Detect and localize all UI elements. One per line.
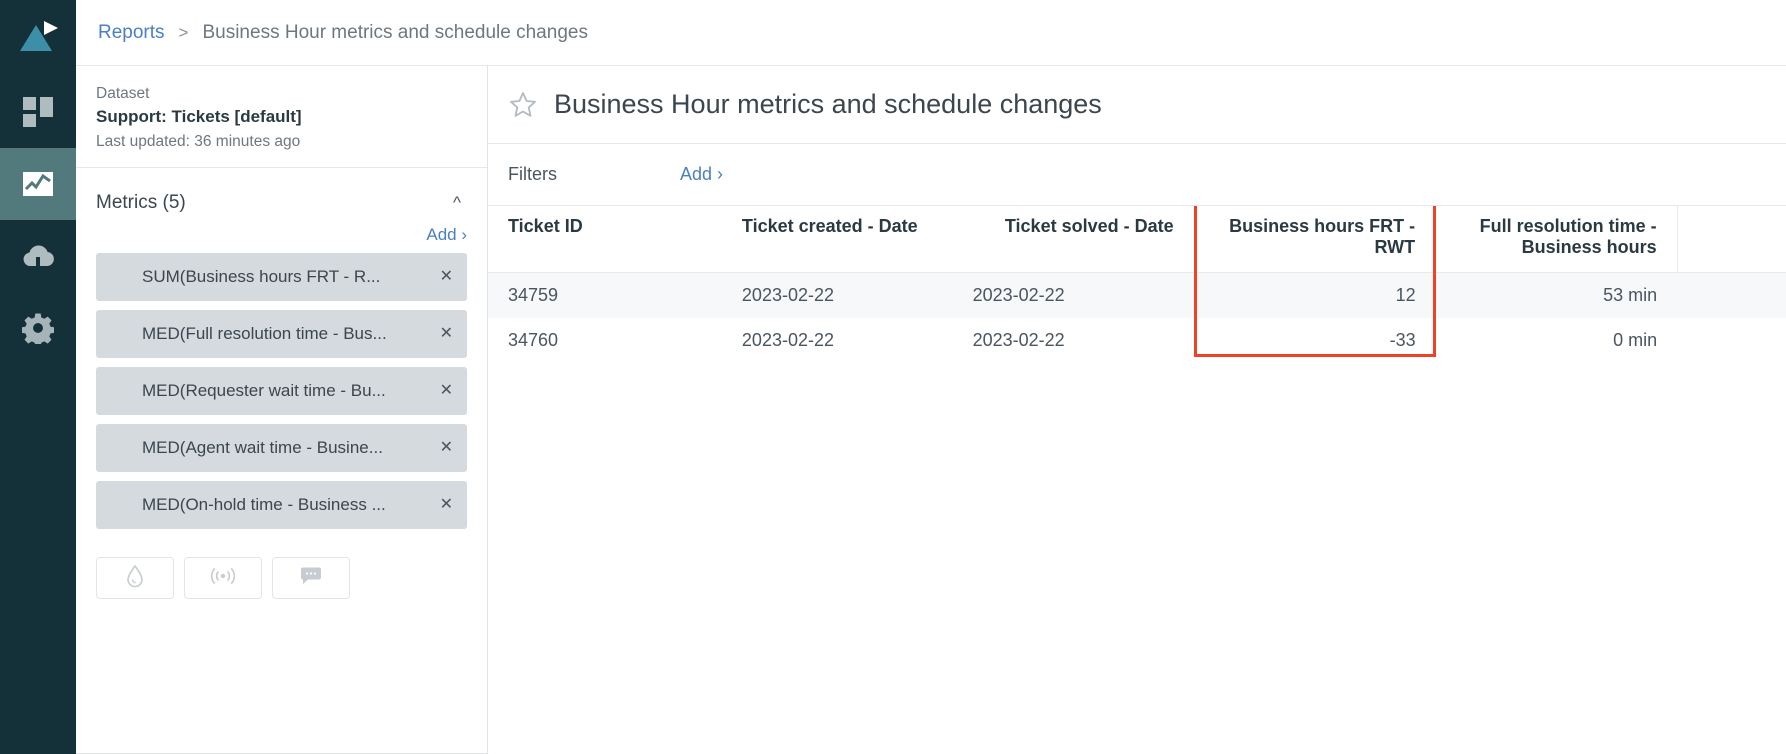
metric-label: MED(Requester wait time - Bu... [142,381,386,401]
metric-chip[interactable]: SUM(Business hours FRT - R... ✕ [96,253,467,302]
metrics-section-header: Metrics (5) ^ [76,168,487,219]
dataset-name: Support: Tickets [default] [96,107,302,127]
close-icon[interactable]: ✕ [436,495,457,515]
droplet-icon [125,564,145,593]
cell-ticket-created: 2023-02-22 [741,330,834,350]
dashboard-grid-icon [21,95,55,129]
drill-through-button[interactable] [96,557,174,600]
cell-overflow [1677,272,1786,318]
comment-icon [299,566,323,591]
metric-label: MED(On-hold time - Business ... [142,495,386,515]
sidebar-item-data-import[interactable] [0,220,76,292]
column-header-ticket-id[interactable]: Ticket ID [488,206,722,273]
broadcast-icon [209,566,237,591]
close-icon[interactable]: ✕ [436,438,457,458]
metrics-list: SUM(Business hours FRT - R... ✕ MED(Full… [76,253,487,530]
table-row[interactable]: 34759 2023-02-22 2023-02-22 12 53 min [488,272,1786,318]
table-row[interactable]: 34760 2023-02-22 2023-02-22 -33 0 min [488,318,1786,363]
metrics-title: Metrics (5) [96,191,186,213]
report-table-container[interactable]: Ticket ID Ticket created - Date Ticket s… [488,206,1786,754]
report-config-panel: Dataset Support: Tickets [default] Last … [76,66,488,754]
metric-chip[interactable]: MED(Full resolution time - Bus... ✕ [96,310,467,359]
report-table: Ticket ID Ticket created - Date Ticket s… [488,206,1786,363]
content-area: Reports > Business Hour metrics and sche… [76,0,1786,754]
app-root: Reports > Business Hour metrics and sche… [0,0,1786,754]
gear-icon [22,312,54,344]
alerts-button[interactable] [184,557,262,600]
report-title-bar: Business Hour metrics and schedule chang… [488,66,1786,144]
dataset-summary[interactable]: Dataset Support: Tickets [default] Last … [76,66,487,169]
column-header-overflow [1676,206,1786,273]
column-header-full-resolution-time[interactable]: Full resolution time - Business hours [1435,206,1678,273]
primary-nav-rail [0,0,76,754]
close-icon[interactable]: ✕ [436,267,457,287]
cell-full-resolution-time: 53 min [1435,272,1678,318]
workspace: Dataset Support: Tickets [default] Last … [76,66,1786,754]
cell-ticket-id: 34760 [508,330,559,350]
app-logo[interactable] [0,0,76,76]
add-filter-link[interactable]: Add › [680,164,723,185]
page-title: Business Hour metrics and schedule chang… [554,89,1102,119]
metric-label: MED(Full resolution time - Bus... [142,324,387,344]
breadcrumb-current: Business Hour metrics and schedule chang… [202,21,588,43]
close-icon[interactable]: ✕ [436,324,457,344]
add-metric-link[interactable]: Add › [426,225,467,245]
column-header-business-hours-frt-rwt[interactable]: Business hours FRT - RWT [1193,206,1436,273]
filters-bar: Filters Add › [488,144,1786,206]
sidebar-item-settings[interactable] [0,292,76,364]
sidebar-item-dashboards[interactable] [0,76,76,148]
chevron-up-icon[interactable]: ^ [447,190,467,215]
dataset-label: Dataset [96,85,150,102]
metric-label: SUM(Business hours FRT - R... [142,267,381,287]
metric-chip[interactable]: MED(Requester wait time - Bu... ✕ [96,367,467,416]
close-icon[interactable]: ✕ [436,381,457,401]
table-body: 34759 2023-02-22 2023-02-22 12 53 min 34… [488,272,1786,364]
panel-tool-buttons [76,529,487,600]
cell-business-hours-frt-rwt: 12 [1194,272,1436,318]
column-header-ticket-solved[interactable]: Ticket solved - Date [952,206,1195,273]
breadcrumb-separator: > [178,22,189,42]
breadcrumb-link-reports[interactable]: Reports [98,22,165,44]
filters-label: Filters [508,164,557,184]
cell-ticket-solved: 2023-02-22 [952,272,1195,318]
column-header-ticket-created[interactable]: Ticket created - Date [721,206,953,273]
comments-button[interactable] [272,557,350,600]
star-outline-icon[interactable] [508,90,538,120]
line-chart-icon [21,167,55,201]
sidebar-item-reports[interactable] [0,148,76,220]
metric-label: MED(Agent wait time - Busine... [142,438,383,458]
metrics-add-row: Add › [76,219,487,253]
cloud-upload-icon [20,241,56,271]
breadcrumb: Reports > Business Hour metrics and sche… [76,0,1786,66]
cell-ticket-solved: 2023-02-22 [972,330,1065,350]
report-main: Business Hour metrics and schedule chang… [488,66,1786,754]
cell-business-hours-frt-rwt: -33 [1389,330,1416,350]
metric-chip[interactable]: MED(On-hold time - Business ... ✕ [96,481,467,530]
cell-ticket-id: 34759 [488,272,722,318]
table-header: Ticket ID Ticket created - Date Ticket s… [488,206,1786,273]
cell-full-resolution-time: 0 min [1613,330,1658,350]
dataset-last-updated: Last updated: 36 minutes ago [96,132,301,150]
metric-chip[interactable]: MED(Agent wait time - Busine... ✕ [96,424,467,473]
cell-ticket-created: 2023-02-22 [721,272,953,318]
table-header-row: Ticket ID Ticket created - Date Ticket s… [488,206,1786,273]
cell-overflow [1677,318,1786,363]
